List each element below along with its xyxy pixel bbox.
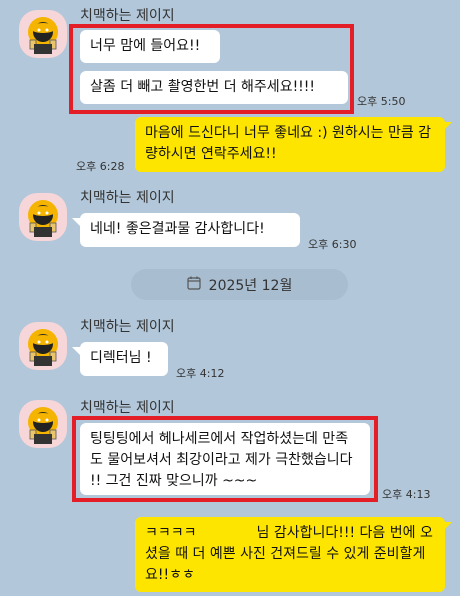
bubble-tail xyxy=(444,522,452,530)
my-message-bubble[interactable]: ㅋㅋㅋㅋ 님 감사합니다!!! 다음 번에 오셨을 때 더 예쁜 사진 건져드릴 … xyxy=(135,517,445,592)
calendar-icon xyxy=(187,276,201,294)
highlight-box xyxy=(69,24,354,114)
timestamp: 오후 6:28 xyxy=(76,160,125,173)
avatar[interactable] xyxy=(19,10,67,58)
bubble-tail xyxy=(72,218,80,226)
date-label: 2025년 12월 xyxy=(208,277,293,294)
timestamp: 오후 6:30 xyxy=(308,238,357,251)
highlight-box xyxy=(72,416,378,502)
sender-name: 치맥하는 제이지 xyxy=(80,400,175,416)
message-text: 네네! 좋은결과물 감사합니다! xyxy=(90,221,265,237)
message-prefix: ㅋㅋㅋㅋ xyxy=(145,525,197,541)
timestamp: 오후 5:50 xyxy=(357,95,406,108)
avatar[interactable] xyxy=(19,193,67,241)
timestamp: 오후 4:12 xyxy=(176,367,225,380)
bubble-tail xyxy=(444,122,452,130)
message-bubble[interactable]: 네네! 좋은결과물 감사합니다! xyxy=(80,213,300,247)
message-bubble[interactable]: 디렉터님 ! xyxy=(80,342,168,376)
message-text: 마음에 드신다니 너무 좋네요 :) 원하시는 만큼 감량하시면 연락주세요!! xyxy=(145,125,432,162)
date-divider: 2025년 12월 xyxy=(131,269,348,300)
bubble-tail xyxy=(72,347,80,355)
sender-name: 치맥하는 제이지 xyxy=(80,319,175,335)
avatar[interactable] xyxy=(19,322,67,370)
sender-name: 치맥하는 제이지 xyxy=(80,8,175,24)
sender-name: 치맥하는 제이지 xyxy=(80,190,175,206)
message-text: 디렉터님 ! xyxy=(90,350,152,366)
my-message-bubble[interactable]: 마음에 드신다니 너무 좋네요 :) 원하시는 만큼 감량하시면 연락주세요!! xyxy=(135,117,445,172)
avatar[interactable] xyxy=(19,400,67,448)
timestamp: 오후 4:13 xyxy=(382,488,431,501)
